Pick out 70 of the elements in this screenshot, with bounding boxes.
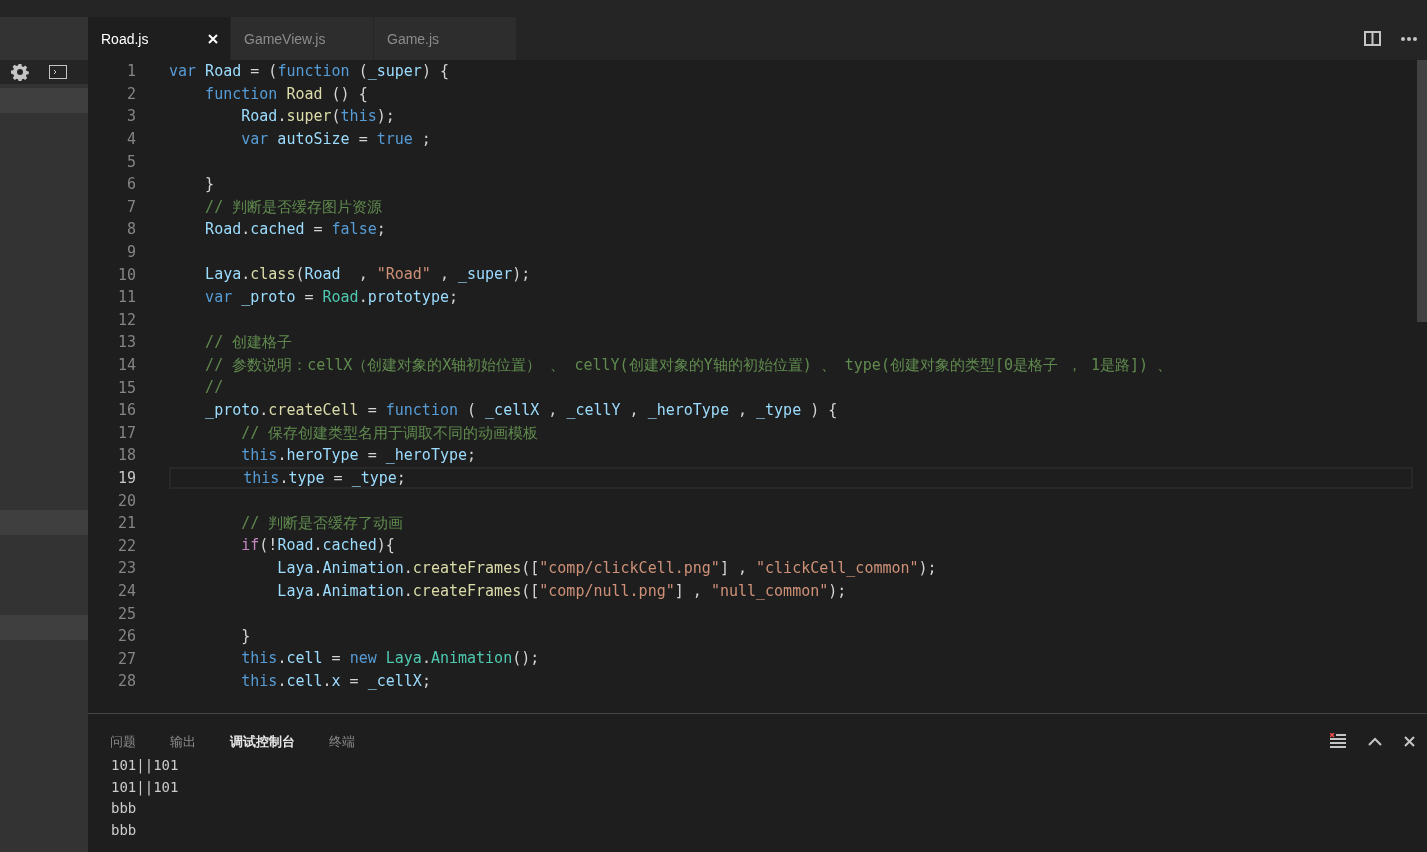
console-line: 101||101: [111, 778, 179, 795]
line-number: 10: [116, 265, 136, 284]
line-number: 19: [116, 469, 136, 487]
panel-tab[interactable]: 输出: [170, 733, 196, 755]
line-number: 23: [116, 559, 136, 578]
line-number: 13: [116, 333, 136, 352]
line-number: 3: [125, 107, 136, 126]
line-number: 1: [125, 62, 136, 81]
code-line: Laya.Animation.createFrames(["comp/null.png"] , "null_common");: [276, 580, 848, 602]
code-line: Laya.class(Road , "Road" , _super);: [204, 264, 532, 286]
chevron-up-icon[interactable]: [1368, 737, 1382, 746]
code-line: this.type = _type;: [242, 467, 407, 489]
line-number: 21: [116, 514, 136, 533]
line-number: 15: [116, 378, 136, 397]
code-line: // 保存创建类型名用于调取不同的动画模板: [240, 422, 540, 444]
line-number: 27: [116, 649, 136, 668]
line-number: 2: [125, 84, 136, 103]
editor-tab[interactable]: Game.js: [374, 17, 517, 60]
code-line: Laya.Animation.createFrames(["comp/clickCell.png"] , "clickCell_common");: [276, 558, 938, 580]
line-number: 24: [116, 581, 136, 600]
code-line: this.cell.x = _cellX;: [240, 671, 432, 693]
line-number: 5: [125, 152, 136, 171]
line-number: 17: [116, 423, 136, 442]
line-number: 6: [125, 175, 136, 194]
line-number: 28: [116, 672, 136, 691]
more-icon[interactable]: [1401, 36, 1417, 41]
split-editor-icon[interactable]: [1364, 31, 1381, 46]
terminal-icon[interactable]: [49, 65, 67, 79]
line-number: 12: [116, 310, 136, 329]
line-number: 11: [116, 288, 136, 307]
clear-console-icon[interactable]: [1330, 733, 1346, 750]
code-line: // 判断是否缓存图片资源: [204, 196, 384, 218]
console-line: bbb: [111, 800, 137, 816]
line-number: 14: [116, 356, 136, 374]
line-number: 25: [116, 604, 136, 623]
console-line: 101||101: [111, 757, 179, 773]
panel-tab[interactable]: 终端: [329, 733, 355, 755]
line-number: 7: [125, 197, 136, 216]
line-number: 9: [125, 243, 136, 262]
settings-icon[interactable]: [11, 63, 29, 81]
line-number: 4: [125, 130, 136, 149]
code-line: // 创建格子: [204, 332, 294, 354]
editor-tab[interactable]: Road.js: [88, 17, 231, 60]
close-icon[interactable]: [1404, 736, 1415, 747]
code-line: Road.cached = false;: [204, 219, 387, 241]
code-line: _proto.createCell = function ( _cellX , _cellY , _heroType , _type ) {: [204, 399, 839, 421]
line-number: 20: [116, 491, 136, 510]
code-line: var _proto = Road.prototype;: [204, 286, 459, 308]
editor-tab[interactable]: GameView.js: [231, 17, 374, 60]
code-line: this.cell = new Laya.Animation();: [240, 648, 541, 670]
code-line: if(!Road.cached){: [240, 535, 396, 557]
line-number: 16: [116, 401, 136, 420]
code-line: // 参数说明：cellX（创建对象的X轴初始位置） 、 cellY(创建对象的Y轴的初始位置) 、 type(创建对象的类型[0是格子 ， 1是路]) 、: [204, 354, 1174, 376]
line-number: 18: [116, 446, 136, 465]
code-line: }: [204, 173, 216, 195]
code-line: var Road = (function (_super) {: [169, 61, 450, 82]
code-line: function Road () {: [204, 83, 369, 105]
code-line: }: [240, 625, 252, 647]
code-line: // 判断是否缓存了动画: [240, 512, 405, 534]
scrollbar-thumb[interactable]: [1417, 60, 1427, 322]
line-number: 26: [116, 627, 136, 646]
code-line: //: [204, 377, 225, 399]
line-number: 22: [116, 536, 136, 555]
code-line: Road.super(this);: [240, 106, 396, 128]
line-number: 8: [125, 220, 136, 239]
console-line: bbb: [111, 821, 137, 838]
panel-tab[interactable]: 问题: [110, 733, 136, 755]
panel-tab[interactable]: 调试控制台: [230, 733, 295, 755]
code-line: this.heroType = _heroType;: [240, 445, 478, 467]
code-line: var autoSize = true ;: [240, 128, 432, 150]
